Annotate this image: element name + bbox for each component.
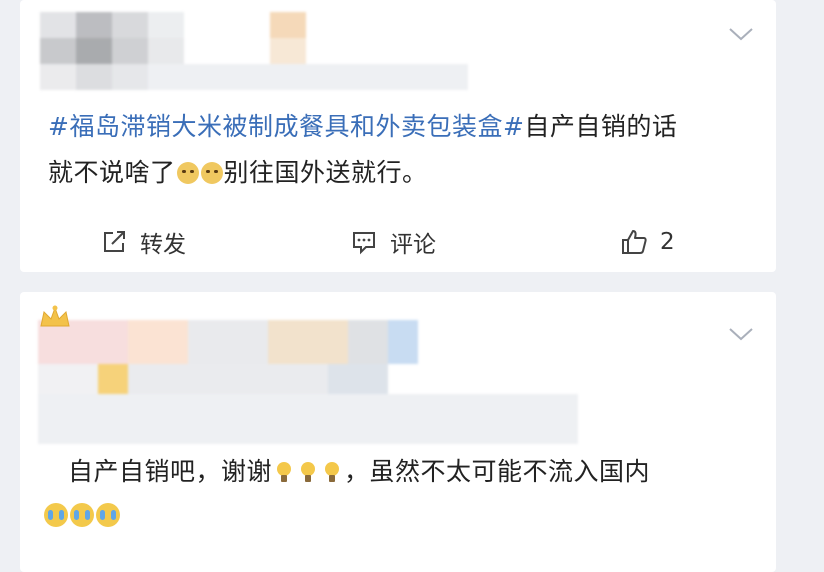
like-count: 2 [660,229,675,255]
comment-button[interactable]: 评论 [350,218,436,266]
chevron-down-icon[interactable] [728,326,754,342]
lightbulb-icon [274,460,294,484]
cat-face-icon [176,162,199,184]
post-actions: 转发 评论 2 [20,218,776,266]
comment-icon [353,232,375,255]
crying-face-icon [44,503,68,527]
crown-icon [40,305,70,327]
post-text-line2: 就不说啥了 [48,158,176,187]
lightbulb-icon [298,460,318,484]
comment-text-start: 自产自销吧，谢谢 [68,457,273,486]
repost-label: 转发 [140,232,186,258]
comment-text-end: ，虽然不太可能不流入国内 [344,457,651,486]
topic-link[interactable]: #福岛滞销大米被制成餐具和外卖包装盒# [48,112,524,141]
comment-label: 评论 [390,232,436,258]
crying-face-icon [70,503,94,527]
chevron-down-icon[interactable] [728,26,754,42]
thumbs-up-icon [622,230,647,254]
post-card: #福岛滞销大米被制成餐具和外卖包装盒#自产自销的话 就不说啥了 别往国外送就行。 … [20,0,776,272]
post-text-line2-end: 别往国外送就行。 [223,158,428,187]
share-icon [104,231,125,252]
comment-card: 自产自销吧，谢谢 ，虽然不太可能不流入国内 [20,292,776,572]
blurred-commenter-info [38,320,598,450]
blurred-user-info [40,12,468,92]
comment-content: 自产自销吧，谢谢 ，虽然不太可能不流入国内 [44,450,768,538]
repost-button[interactable]: 转发 [100,218,186,266]
lightbulb-icon [322,460,342,484]
crying-face-icon [96,503,120,527]
cat-face-icon [200,162,223,184]
post-content: #福岛滞销大米被制成餐具和外卖包装盒#自产自销的话 就不说啥了 别往国外送就行。 [48,104,768,196]
post-text-line1: 自产自销的话 [524,112,678,141]
like-button[interactable]: 2 [620,218,675,266]
